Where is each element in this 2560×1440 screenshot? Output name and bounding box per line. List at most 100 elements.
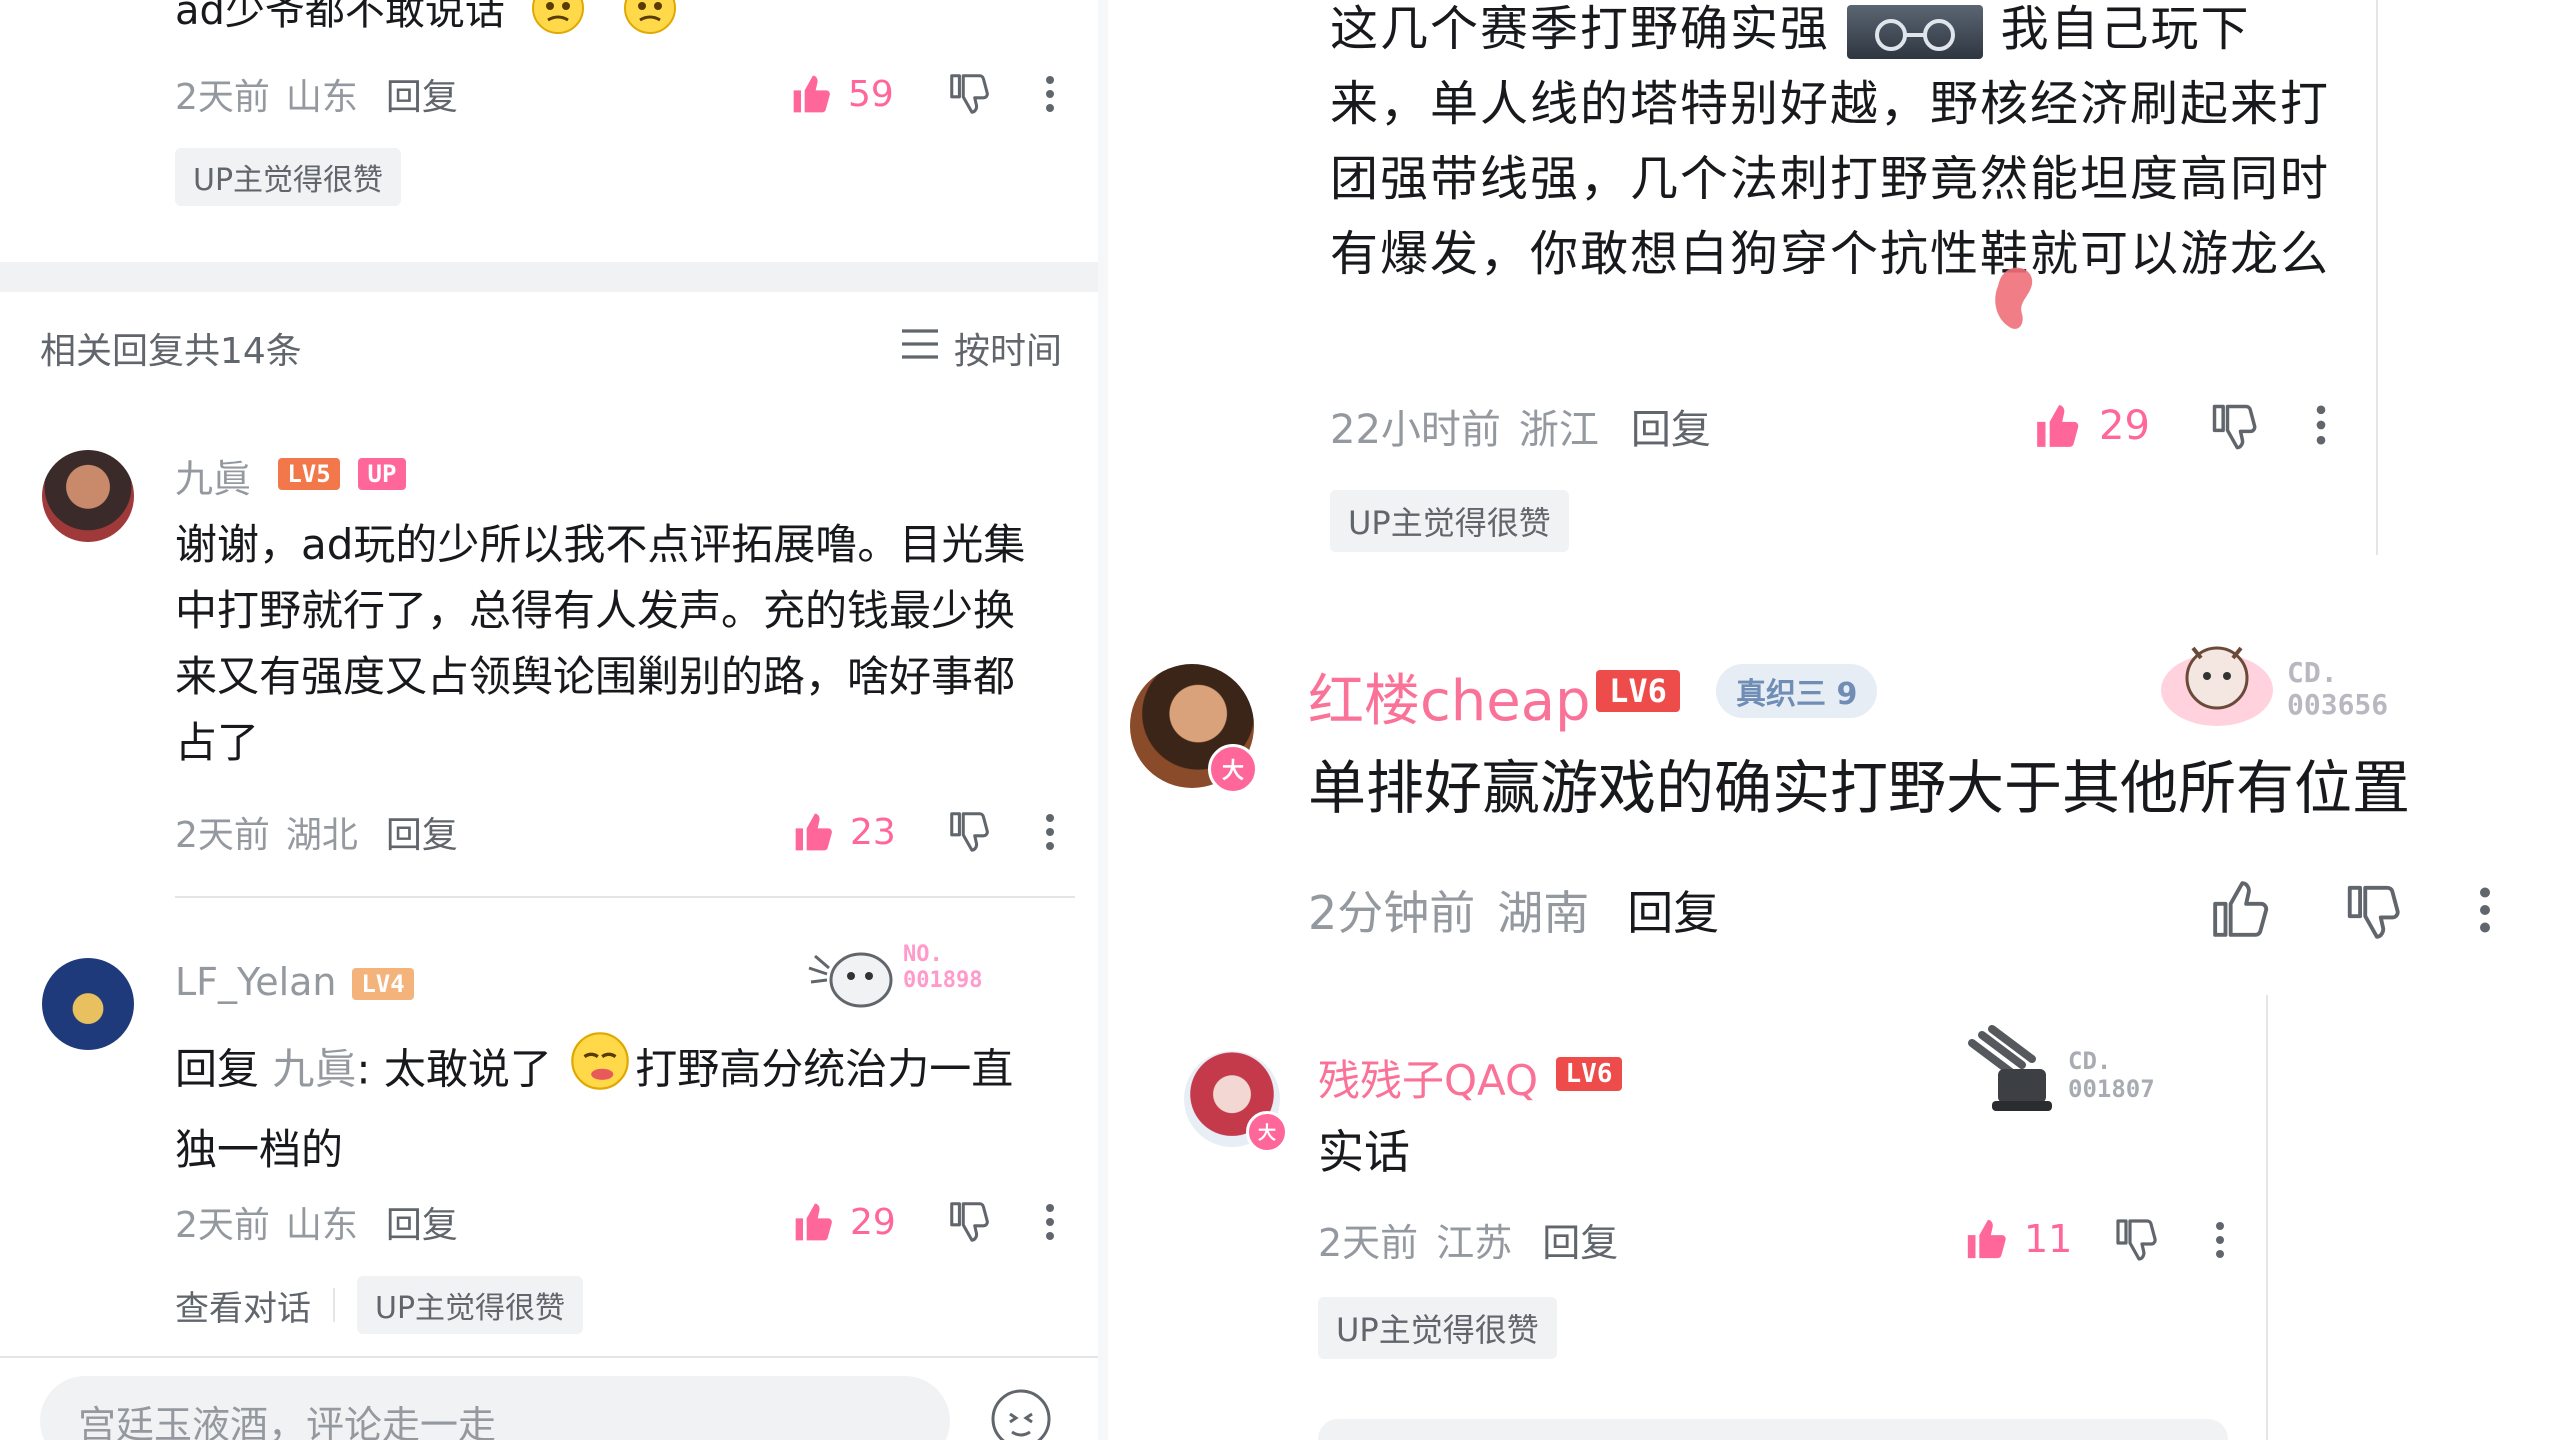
reply-location: 湖北 <box>285 815 358 856</box>
sort-label: 按时间 <box>954 331 1063 372</box>
username[interactable]: 红楼cheap <box>1308 656 1591 737</box>
username[interactable]: 九眞 <box>175 448 251 503</box>
right-middle-comment-panel: 大 红楼cheap LV6 真织三 9 CD. 003656 单排好赢游戏的确实… <box>1108 560 2560 990</box>
like-count: 29 <box>850 1201 896 1243</box>
thumbs-up-icon <box>2210 878 2272 940</box>
like-button[interactable]: 29 <box>792 1196 896 1248</box>
thumbs-up-icon <box>792 810 836 854</box>
more-options-button[interactable] <box>2208 1219 2232 1261</box>
dislike-button[interactable] <box>2208 400 2260 452</box>
more-vertical-icon <box>2308 402 2334 448</box>
comment-input-placeholder: 宫廷玉液酒，评论走一走 <box>78 1402 497 1440</box>
dislike-button[interactable] <box>946 1198 992 1244</box>
up-liked-tag: UP主觉得很赞 <box>357 1276 584 1334</box>
comment-input[interactable]: 宫廷玉液酒，评论走一走 <box>40 1376 950 1440</box>
emoji-icon <box>990 1389 1052 1440</box>
sort-lines-icon <box>900 327 940 370</box>
fan-badge: NO. 001898 <box>795 932 1025 1012</box>
comment-time: 22小时前 <box>1330 407 1501 453</box>
like-button[interactable]: 59 <box>790 68 894 120</box>
avatar-badge-label: 大 <box>1258 1123 1276 1144</box>
heart-icon <box>1988 260 2058 344</box>
thumbs-up-icon <box>790 72 834 116</box>
emoji-button[interactable] <box>990 1388 1052 1440</box>
more-vertical-icon <box>1038 74 1062 114</box>
reply-to-user[interactable]: 九眞 <box>272 1045 356 1094</box>
more-options-button[interactable] <box>2308 402 2334 448</box>
more-options-button[interactable] <box>1038 812 1062 852</box>
more-options-button[interactable] <box>1038 1202 1062 1242</box>
right-bottom-comment-panel: 大 残残子QAQ LV6 CD. 001807 实话 2天前 江苏 回复 11 … <box>1108 995 2268 1440</box>
reply-actions-row: 查看对话 UP主觉得很赞 <box>175 1276 584 1334</box>
reply-meta: 2天前 湖北 回复 <box>175 806 458 858</box>
more-options-button[interactable] <box>1038 74 1062 114</box>
thumbs-up-icon <box>1964 1216 2010 1262</box>
up-badge: UP <box>358 458 406 490</box>
reply-text: 谢谢，ad玩的少所以我不点评拓展噜。目光集中打野就行了，总得有人发声。充的钱最少… <box>175 520 1026 767</box>
like-button[interactable] <box>2210 878 2272 940</box>
like-button[interactable]: 29 <box>2033 398 2150 454</box>
emoji-icon <box>622 0 678 46</box>
reply-button[interactable]: 回复 <box>386 1196 458 1248</box>
thumbs-down-icon <box>946 808 992 854</box>
reply-meta: 2天前 山东 回复 <box>175 1196 458 1248</box>
level-badge: LV6 <box>1596 670 1680 712</box>
top-comment-text: ad少爷都不敢说话 <box>175 0 678 46</box>
dislike-button[interactable] <box>2342 880 2404 942</box>
thumbs-up-icon <box>2033 401 2083 451</box>
comment-text: 这几个赛季打野确实强 我自己玩下来，单人线的塔特别好越，野核经济刷起来打团强带线… <box>1330 0 2350 292</box>
fan-badge-figure-icon <box>805 938 905 1014</box>
reply-button[interactable]: 回复 <box>386 806 458 858</box>
dislike-button[interactable] <box>946 808 992 854</box>
sticker-image <box>1847 5 1984 59</box>
like-count: 29 <box>2099 403 2150 449</box>
fan-medal-label: 真织三 9 <box>1736 677 1858 712</box>
dislike-button[interactable] <box>946 70 992 116</box>
emoji-icon <box>569 1030 631 1114</box>
more-vertical-icon <box>1038 812 1062 852</box>
reply-text-a: : 太敢说了 <box>356 1044 552 1094</box>
username[interactable]: 残残子QAQ <box>1318 1047 1538 1108</box>
username[interactable]: LF_Yelan <box>175 960 337 1004</box>
comment-location: 江苏 <box>1436 1220 1513 1265</box>
avatar-badge-label: 大 <box>1221 759 1244 784</box>
like-button[interactable]: 23 <box>792 806 896 858</box>
separator <box>333 1288 335 1322</box>
reply-time: 2天前 <box>175 815 270 856</box>
fan-badge-figure-icon <box>1958 1023 2058 1123</box>
reply-button[interactable]: 回复 <box>1542 1212 1618 1267</box>
thumbs-up-icon <box>792 1200 836 1244</box>
up-liked-tag: UP主觉得很赞 <box>175 148 402 206</box>
reply-button[interactable]: 回复 <box>386 68 458 120</box>
panel-gap <box>1098 0 1108 1440</box>
thumbs-down-icon <box>2342 880 2404 942</box>
view-conversation-link[interactable]: 查看对话 <box>175 1281 311 1330</box>
more-vertical-icon <box>2208 1219 2232 1261</box>
avatar[interactable] <box>42 958 134 1050</box>
avatar-badge: 大 <box>1246 1111 1288 1153</box>
more-vertical-icon <box>2470 882 2500 938</box>
reply-time: 2天前 <box>175 1205 270 1246</box>
comment-meta: 2分钟前 湖南 回复 <box>1308 878 1719 942</box>
like-button[interactable]: 11 <box>1964 1211 2072 1267</box>
fan-medal: 真织三 9 <box>1716 664 1878 718</box>
left-comment-panel: ad少爷都不敢说话 2天前 山东 回复 59 UP主觉得很赞 相关回复共14条 … <box>0 0 1098 1440</box>
comment-text: 单排好赢游戏的确实打野大于其他所有位置 <box>1308 754 2411 822</box>
thumbs-down-icon <box>2112 1215 2160 1263</box>
fan-badge-no: CD. <box>2068 1047 2112 1075</box>
fan-badge: CD. 003656 <box>2153 620 2423 740</box>
reply-button[interactable]: 回复 <box>1631 397 1711 455</box>
reply-prefix: 回复 <box>175 1044 260 1094</box>
thumbs-down-icon <box>946 70 992 116</box>
sort-by-time-button[interactable]: 按时间 <box>900 322 1062 374</box>
reply-button[interactable]: 回复 <box>1627 877 1719 943</box>
dislike-button[interactable] <box>2112 1215 2160 1263</box>
avatar[interactable] <box>42 450 134 542</box>
comment-time: 2天前 <box>1318 1220 1419 1265</box>
input-bar-divider <box>0 1356 1098 1358</box>
thumbs-down-icon <box>2208 400 2260 452</box>
panel-edge <box>2376 0 2378 555</box>
up-liked-tag: UP主觉得很赞 <box>1330 490 1569 552</box>
comment-meta: 22小时前 浙江 回复 <box>1330 398 1711 454</box>
more-options-button[interactable] <box>2470 882 2500 938</box>
